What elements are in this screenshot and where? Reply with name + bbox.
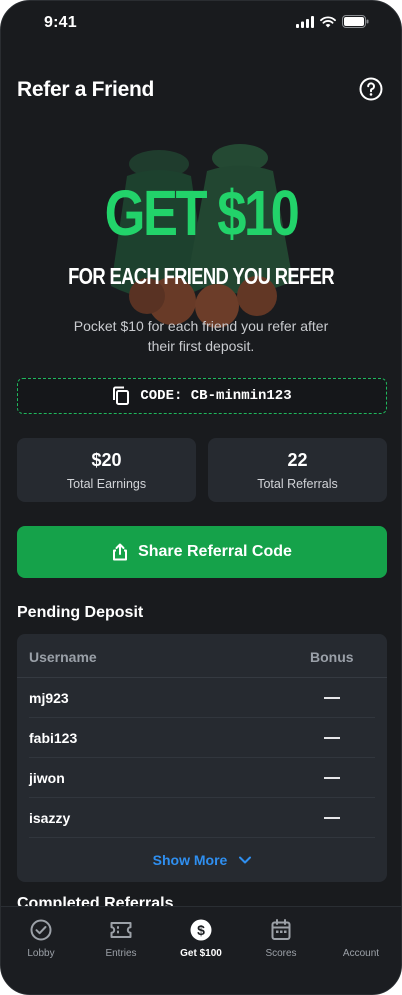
share-icon	[113, 543, 128, 561]
stat-card-earnings: $20 Total Earnings	[17, 438, 196, 502]
page-title: Refer a Friend	[17, 78, 155, 101]
phone-screen: 9:41 Refer a Friend GET $10 FOR EACH FRI…	[0, 0, 402, 995]
header: Refer a Friend	[17, 73, 385, 107]
tab-label: Lobby	[27, 948, 55, 959]
table-row: isazzy	[29, 798, 375, 838]
row-bonus-dash	[324, 697, 340, 699]
tab-account[interactable]: Account	[321, 907, 401, 994]
table-row: fabi123	[29, 718, 375, 758]
hero-subtitle: FOR EACH FRIEND YOU REFER	[68, 263, 334, 289]
tab-lobby[interactable]: Lobby	[1, 907, 81, 994]
svg-text:$: $	[197, 922, 205, 938]
stat-value: 22	[287, 450, 308, 470]
bottom-tab-bar: Lobby Entries $ Get $100 Scores Account	[1, 906, 401, 994]
stat-card-referrals: 22 Total Referrals	[208, 438, 387, 502]
ticket-icon	[110, 922, 132, 938]
hero-banner: GET $10 FOR EACH FRIEND YOU REFER Pocket…	[1, 136, 401, 354]
row-username: fabi123	[29, 730, 78, 746]
column-bonus: Bonus	[310, 649, 354, 665]
tab-label: Get $100	[180, 948, 222, 959]
copy-icon[interactable]	[112, 386, 130, 406]
show-more-button[interactable]: Show More	[17, 852, 387, 868]
table-header: Username Bonus	[17, 634, 387, 678]
stats-row: $20 Total Earnings 22 Total Referrals	[17, 438, 387, 502]
help-icon[interactable]	[359, 77, 383, 101]
check-circle-icon	[30, 919, 52, 941]
pending-deposit-title: Pending Deposit	[17, 604, 144, 621]
column-username: Username	[29, 649, 97, 665]
status-icons	[296, 15, 369, 28]
table-row: jiwon	[29, 758, 375, 798]
stat-label: Total Referrals	[257, 477, 338, 491]
stat-value: $20	[91, 450, 122, 470]
tab-label: Account	[342, 948, 380, 959]
referral-code-text: CODE: CB-minmin123	[140, 388, 292, 404]
tab-scores[interactable]: Scores	[241, 907, 321, 994]
row-bonus-dash	[324, 737, 340, 739]
share-button-label: Share Referral Code	[138, 543, 292, 560]
row-bonus-dash	[324, 817, 340, 819]
row-username: isazzy	[29, 810, 71, 826]
row-bonus-dash	[324, 777, 340, 779]
wifi-icon	[320, 15, 336, 27]
dollar-circle-icon: $	[190, 919, 212, 941]
referral-code-box[interactable]: CODE: CB-minmin123	[17, 378, 387, 414]
table-row: mj923	[29, 678, 375, 718]
signal-icon	[296, 15, 314, 28]
pending-deposit-table: Username Bonus mj923 fabi123 jiwon isazz…	[17, 634, 387, 882]
tab-get-100[interactable]: $ Get $100	[161, 907, 241, 994]
tab-label: Scores	[265, 948, 297, 959]
row-username: jiwon	[29, 770, 65, 786]
show-more-label: Show More	[152, 852, 228, 868]
tab-entries[interactable]: Entries	[81, 907, 161, 994]
tab-label: Entries	[105, 948, 137, 959]
row-username: mj923	[29, 690, 69, 706]
status-time: 9:41	[44, 14, 77, 31]
status-bar: 9:41	[1, 1, 401, 47]
stat-label: Total Earnings	[66, 477, 147, 491]
hero-description: Pocket $10 for each friend you refer aft…	[73, 318, 329, 354]
hero-amount: GET $10	[104, 177, 300, 249]
battery-icon	[342, 15, 369, 28]
calendar-icon	[271, 919, 291, 940]
share-referral-code-button[interactable]: Share Referral Code	[17, 526, 387, 578]
chevron-down-icon	[239, 856, 252, 864]
